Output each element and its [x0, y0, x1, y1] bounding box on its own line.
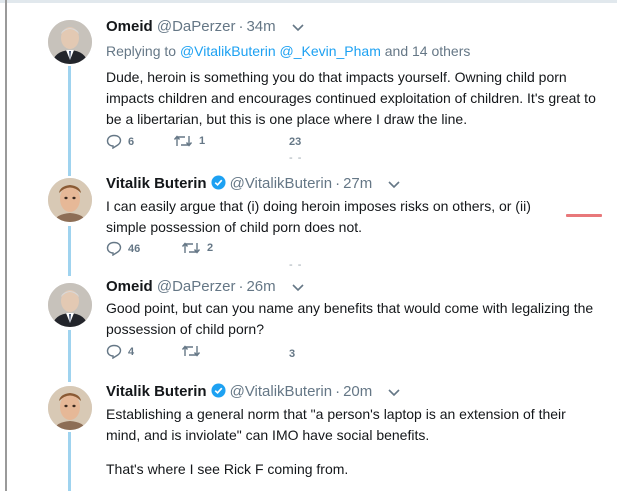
thread-line: [68, 66, 71, 176]
chevron-down-icon[interactable]: [292, 19, 304, 36]
tweet-actions: 6 1 23 - -: [106, 134, 406, 164]
timestamp[interactable]: 20m: [343, 383, 372, 400]
timestamp[interactable]: 27m: [343, 175, 372, 192]
user-handle[interactable]: @VitalikButerin: [230, 175, 333, 192]
tweet-text-second-paragraph: That's where I see Rick F coming from.: [106, 461, 349, 477]
retweet-icon: [181, 242, 201, 254]
reply-count: 4: [128, 345, 135, 358]
verified-icon: [211, 383, 226, 402]
retweet-button[interactable]: [181, 344, 207, 358]
retweet-button[interactable]: 2: [181, 241, 213, 255]
like-icon[interactable]: - -: [289, 152, 302, 164]
reply-icon: [106, 134, 122, 149]
tweet-header: Omeid @DaPerzer · 34m: [106, 18, 304, 36]
display-name[interactable]: Omeid: [106, 278, 153, 295]
reply-icon: [106, 241, 122, 256]
chevron-down-icon[interactable]: [388, 176, 401, 193]
reply-count: 6: [128, 135, 135, 148]
tweet-text: Good point, but can you name any benefit…: [106, 300, 594, 337]
avatar[interactable]: [48, 386, 92, 430]
chevron-down-icon[interactable]: [388, 384, 401, 401]
reply-button[interactable]: 46: [106, 241, 140, 256]
tweet-header: Vitalik Buterin @VitalikButerin · 27m: [106, 175, 401, 194]
tweet-actions: 46 2 - -: [106, 241, 406, 271]
thread-line: [68, 432, 71, 491]
retweet-count: 2: [207, 242, 214, 254]
user-handle[interactable]: @DaPerzer: [157, 278, 236, 295]
reply-mentions[interactable]: @VitalikButerin @_Kevin_Pham: [180, 43, 381, 59]
tweet-text: Dude, heroin is something you do that im…: [106, 69, 596, 127]
thread-line: [68, 330, 71, 382]
like-count: 3: [289, 348, 296, 360]
annotation-mark: [566, 214, 602, 217]
timestamp[interactable]: 34m: [246, 18, 275, 35]
display-name[interactable]: Vitalik Buterin: [106, 175, 207, 192]
retweet-button[interactable]: 1: [173, 134, 205, 148]
tweet-header: Omeid @DaPerzer · 26m: [106, 278, 304, 296]
chevron-down-icon[interactable]: [292, 279, 304, 296]
user-handle[interactable]: @VitalikButerin: [230, 383, 333, 400]
retweet-icon: [173, 135, 193, 147]
thread-line: [68, 226, 71, 276]
retweet-count: 1: [199, 135, 206, 147]
retweet-icon: [181, 345, 201, 357]
replying-to: Replying to @VitalikButerin @_Kevin_Pham…: [106, 43, 471, 59]
verified-icon: [211, 175, 226, 194]
reply-icon: [106, 344, 122, 359]
like-count: 23: [289, 136, 302, 148]
display-name[interactable]: Omeid: [106, 18, 153, 35]
reply-button[interactable]: 4: [106, 344, 134, 359]
reply-count: 46: [128, 242, 141, 255]
display-name[interactable]: Vitalik Buterin: [106, 383, 207, 400]
avatar[interactable]: [48, 178, 92, 222]
tweet-text: I can easily argue that (i) doing heroin…: [106, 198, 531, 235]
tweet-actions: 4 3: [106, 344, 406, 364]
user-handle[interactable]: @DaPerzer: [157, 18, 236, 35]
avatar[interactable]: [48, 20, 92, 64]
tweet-text: Establishing a general norm that "a pers…: [106, 406, 566, 443]
frame-top-border: [0, 0, 617, 3]
frame-left-border: [5, 0, 7, 491]
like-icon[interactable]: - -: [289, 259, 302, 271]
tweet-header: Vitalik Buterin @VitalikButerin · 20m: [106, 383, 401, 402]
timestamp[interactable]: 26m: [246, 278, 275, 295]
reply-button[interactable]: 6: [106, 134, 134, 149]
avatar[interactable]: [48, 283, 92, 327]
